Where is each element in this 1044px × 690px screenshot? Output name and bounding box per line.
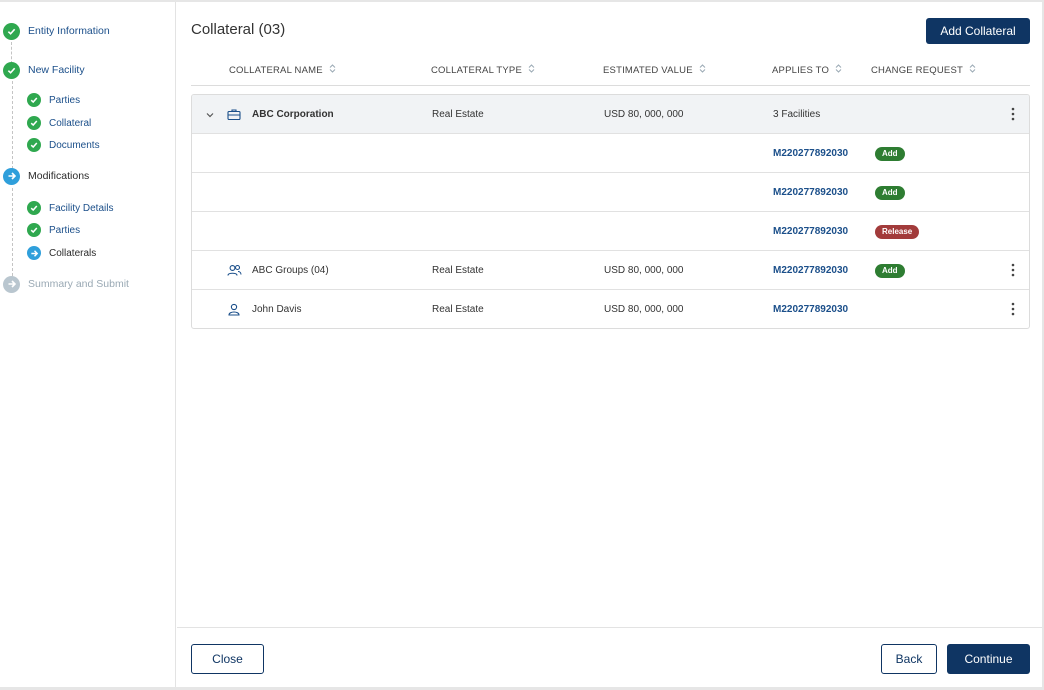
step-label: Modifications	[28, 170, 90, 182]
step-label: Parties	[49, 94, 81, 106]
badge-add: Add	[875, 185, 905, 200]
substep-collaterals[interactable]: Collaterals	[27, 244, 96, 262]
facility-link[interactable]: M220277892030	[773, 290, 848, 328]
substep-parties-2[interactable]: Parties	[27, 221, 80, 239]
sort-icon	[528, 64, 535, 76]
substep-documents[interactable]: Documents	[27, 136, 100, 154]
change-request-badge: Add	[875, 134, 905, 173]
column-header-estimated-value[interactable]: ESTIMATED VALUE	[603, 64, 706, 76]
more-options-icon[interactable]	[1011, 263, 1015, 282]
facility-link[interactable]: M220277892030	[773, 173, 848, 212]
facility-link[interactable]: M220277892030	[773, 251, 848, 290]
stepper-connector	[12, 188, 13, 276]
check-icon	[27, 116, 41, 130]
close-button[interactable]: Close	[191, 644, 264, 674]
column-label: APPLIES TO	[772, 64, 830, 76]
step-modifications[interactable]: Modifications	[3, 167, 89, 185]
table-row[interactable]: John Davis Real Estate USD 80, 000, 000 …	[192, 290, 1029, 328]
column-header-collateral-name[interactable]: COLLATERAL NAME	[229, 64, 336, 76]
column-label: COLLATERAL TYPE	[431, 64, 522, 76]
step-label: Summary and Submit	[28, 278, 129, 290]
table-row: M220277892030 Release	[192, 212, 1029, 251]
step-label: Collateral	[49, 117, 92, 129]
applies-to: 3 Facilities	[773, 109, 821, 120]
stepper-sidebar: Entity Information New Facility Parties …	[0, 2, 176, 687]
sort-icon	[699, 64, 706, 76]
step-label: Collaterals	[49, 247, 97, 259]
change-request-badge: Release	[875, 212, 920, 251]
check-icon	[3, 22, 20, 40]
step-label: Documents	[49, 139, 100, 151]
back-button[interactable]: Back	[881, 644, 937, 674]
footer-bar: Close Back Continue	[177, 627, 1042, 687]
collateral-name: ABC Corporation	[252, 109, 334, 120]
badge-release: Release	[875, 224, 920, 239]
collateral-type: Real Estate	[432, 265, 484, 276]
table-row[interactable]: ABC Groups (04) Real Estate USD 80, 000,…	[192, 251, 1029, 290]
substep-facility-details[interactable]: Facility Details	[27, 199, 113, 217]
column-header-change-request[interactable]: CHANGE REQUEST	[871, 64, 976, 76]
facility-link[interactable]: M220277892030	[773, 212, 848, 251]
column-label: COLLATERAL NAME	[229, 64, 323, 76]
column-label: ESTIMATED VALUE	[603, 64, 693, 76]
more-options-icon[interactable]	[1011, 107, 1015, 126]
briefcase-icon	[227, 95, 241, 134]
step-summary-and-submit[interactable]: Summary and Submit	[3, 275, 129, 293]
arrow-right-icon	[3, 167, 20, 185]
change-request-badge: Add	[875, 173, 905, 212]
estimated-value: USD 80, 000, 000	[604, 304, 684, 315]
collateral-type: Real Estate	[432, 304, 484, 315]
stepper-connector	[12, 81, 13, 169]
check-icon	[27, 138, 41, 152]
check-icon	[27, 201, 41, 215]
facility-link[interactable]: M220277892030	[773, 134, 848, 173]
badge-add: Add	[875, 263, 905, 278]
badge-add: Add	[875, 146, 905, 161]
step-entity-information[interactable]: Entity Information	[3, 22, 110, 40]
more-options-icon[interactable]	[1011, 302, 1015, 321]
app-frame: Entity Information New Facility Parties …	[0, 2, 1042, 687]
sort-icon	[329, 64, 336, 76]
check-icon	[3, 61, 20, 79]
estimated-value: USD 80, 000, 000	[604, 265, 684, 276]
collateral-type: Real Estate	[432, 109, 484, 120]
users-icon	[227, 251, 242, 290]
step-label: New Facility	[28, 64, 85, 76]
check-icon	[27, 93, 41, 107]
collateral-name: John Davis	[252, 304, 302, 315]
check-icon	[27, 223, 41, 237]
arrow-right-icon	[3, 275, 20, 293]
table-row: M220277892030 Add	[192, 134, 1029, 173]
add-collateral-button[interactable]: Add Collateral	[926, 18, 1030, 44]
change-request-badge: Add	[875, 251, 905, 290]
step-label: Entity Information	[28, 25, 110, 37]
column-header-applies-to[interactable]: APPLIES TO	[772, 64, 842, 76]
substep-parties[interactable]: Parties	[27, 91, 80, 109]
sort-icon	[969, 64, 976, 76]
step-new-facility[interactable]: New Facility	[3, 61, 85, 79]
column-label: CHANGE REQUEST	[871, 64, 964, 76]
substep-collateral[interactable]: Collateral	[27, 114, 91, 132]
table-header: COLLATERAL NAME COLLATERAL TYPE ESTIMATE…	[191, 60, 1030, 86]
sort-icon	[835, 64, 842, 76]
chevron-down-icon[interactable]	[205, 95, 215, 134]
main-panel: Collateral (03) Add Collateral COLLATERA…	[177, 2, 1042, 687]
arrow-right-icon	[27, 246, 41, 260]
table-row: M220277892030 Add	[192, 173, 1029, 212]
collateral-name: ABC Groups (04)	[252, 265, 329, 276]
step-label: Facility Details	[49, 202, 114, 214]
user-icon	[228, 290, 240, 328]
collateral-table: ABC Corporation Real Estate USD 80, 000,…	[191, 94, 1030, 329]
column-header-collateral-type[interactable]: COLLATERAL TYPE	[431, 64, 535, 76]
estimated-value: USD 80, 000, 000	[604, 109, 684, 120]
continue-button[interactable]: Continue	[947, 644, 1030, 674]
page-title: Collateral (03)	[191, 21, 286, 38]
table-row[interactable]: ABC Corporation Real Estate USD 80, 000,…	[192, 95, 1029, 134]
step-label: Parties	[49, 224, 81, 236]
